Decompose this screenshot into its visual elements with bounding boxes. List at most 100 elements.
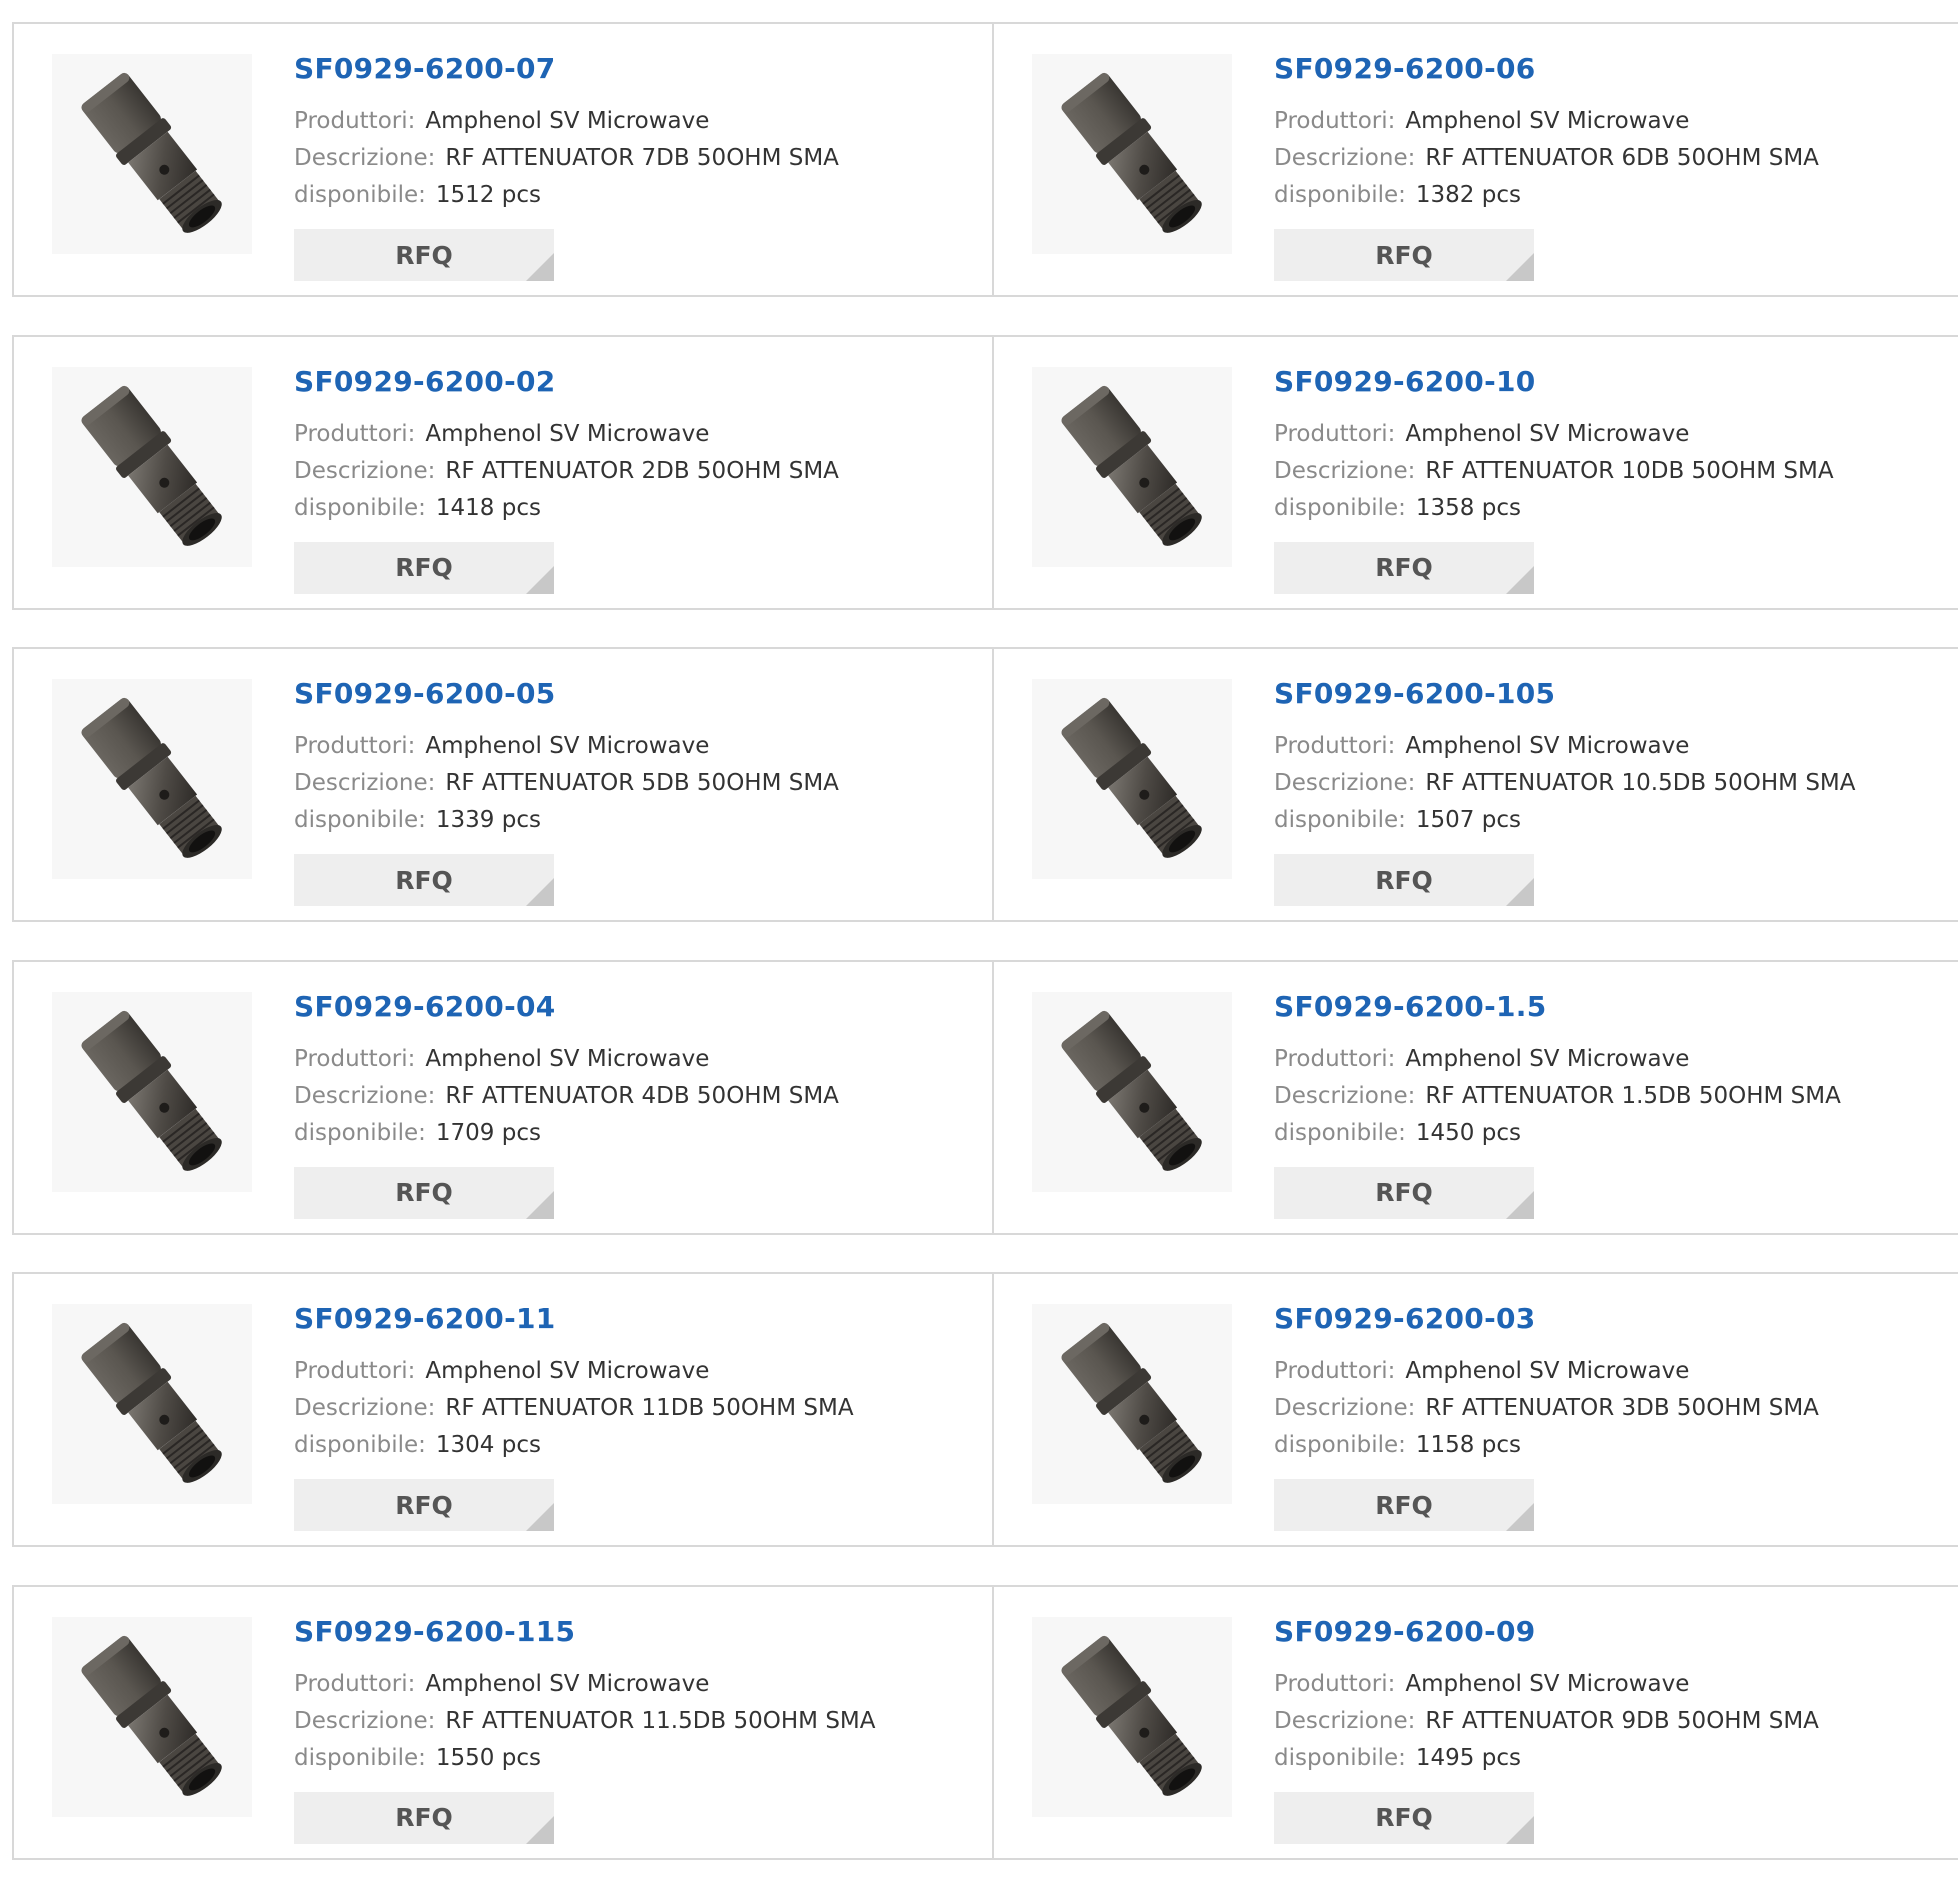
part-number-link[interactable]: SF0929-6200-115 [294,1615,876,1648]
sma-attenuator-image[interactable] [52,366,252,567]
rfq-label: RFQ [1375,1803,1433,1832]
corner-triangle-icon [526,253,554,281]
product-row: SF0929-6200-11 Produttori: Amphenol SV Mi… [12,1272,1958,1547]
part-number-link[interactable]: SF0929-6200-04 [294,990,839,1023]
description-label: Descrizione: [294,457,436,484]
rfq-button[interactable]: RFQ [1274,229,1534,281]
rfq-button[interactable]: RFQ [1274,541,1534,594]
sma-attenuator-image[interactable] [1032,54,1232,254]
product-card: SF0929-6200-02 Produttori: Amphenol SV Mi… [14,337,992,608]
description-label: Descrizione: [294,1707,436,1734]
rfq-label: RFQ [395,1178,453,1207]
description-label: Descrizione: [294,1395,436,1421]
available-label: disponibile: [1274,182,1406,208]
corner-triangle-icon [1506,878,1534,906]
available-value: 1550 pcs [435,1744,541,1771]
description-value: RF ATTENUATOR 7DB 50OHM SMA [445,145,839,171]
corner-triangle-icon [526,1815,554,1844]
manufacturer-label: Produttori: [294,1670,416,1697]
sma-attenuator-image[interactable] [52,1616,252,1817]
product-card: SF0929-6200-10 Produttori: Amphenol SV Mi… [992,336,1958,608]
rfq-button[interactable]: RFQ [294,229,554,281]
manufacturer-label: Produttori: [1274,1045,1396,1072]
rfq-button[interactable]: RFQ [1274,854,1534,906]
part-number-link[interactable]: SF0929-6200-03 [1274,1302,1819,1335]
corner-triangle-icon [1506,1190,1534,1219]
product-card: SF0929-6200-1.5 Produttori: Amphenol SV M… [992,961,1958,1233]
manufacturer-label: Produttori: [1274,1358,1396,1384]
available-value: 1358 pcs [1415,494,1521,521]
rfq-label: RFQ [1375,865,1433,895]
sma-attenuator-image[interactable] [52,54,252,254]
sma-attenuator-image[interactable] [52,679,252,879]
description-label: Descrizione: [294,770,436,796]
available-label: disponibile: [294,807,426,833]
rfq-label: RFQ [395,865,453,895]
sma-attenuator-image[interactable] [1032,1304,1232,1504]
description-label: Descrizione: [1274,770,1416,796]
manufacturer-value: Amphenol SV Microwave [1405,1358,1690,1384]
part-number-link[interactable]: SF0929-6200-02 [294,365,839,398]
available-value: 1418 pcs [435,494,541,521]
part-number-link[interactable]: SF0929-6200-11 [294,1302,854,1335]
rfq-label: RFQ [395,240,453,270]
manufacturer-value: Amphenol SV Microwave [425,108,710,134]
product-grid: SF0929-6200-07 Produttori: Amphenol SV Mi… [12,22,1958,1897]
rfq-button[interactable]: RFQ [294,1166,554,1219]
description-value: RF ATTENUATOR 11.5DB 50OHM SMA [445,1707,876,1734]
available-label: disponibile: [294,1432,426,1458]
manufacturer-value: Amphenol SV Microwave [425,420,710,447]
product-card: SF0929-6200-06 Produttori: Amphenol SV Mi… [992,24,1958,295]
manufacturer-value: Amphenol SV Microwave [1405,1045,1690,1072]
part-number-link[interactable]: SF0929-6200-1.5 [1274,990,1841,1023]
available-label: disponibile: [1274,1119,1406,1146]
manufacturer-label: Produttori: [294,420,416,447]
part-number-link[interactable]: SF0929-6200-10 [1274,365,1834,398]
rfq-button[interactable]: RFQ [294,541,554,594]
sma-attenuator-image[interactable] [1032,991,1232,1192]
available-value: 1507 pcs [1415,807,1521,833]
available-value: 1382 pcs [1415,182,1521,208]
rfq-button[interactable]: RFQ [1274,1479,1534,1531]
available-value: 1512 pcs [435,182,541,208]
sma-attenuator-image[interactable] [52,1304,252,1504]
rfq-button[interactable]: RFQ [294,1791,554,1844]
manufacturer-label: Produttori: [294,733,416,759]
description-value: RF ATTENUATOR 10DB 50OHM SMA [1425,457,1834,484]
available-value: 1339 pcs [435,807,541,833]
rfq-button[interactable]: RFQ [1274,1791,1534,1844]
manufacturer-label: Produttori: [1274,733,1396,759]
description-value: RF ATTENUATOR 3DB 50OHM SMA [1425,1395,1819,1421]
description-value: RF ATTENUATOR 2DB 50OHM SMA [445,457,839,484]
description-label: Descrizione: [1274,145,1416,171]
available-value: 1495 pcs [1415,1744,1521,1771]
description-label: Descrizione: [1274,1707,1416,1734]
manufacturer-label: Produttori: [1274,1670,1396,1697]
sma-attenuator-image[interactable] [1032,679,1232,879]
available-value: 1304 pcs [435,1432,541,1458]
manufacturer-value: Amphenol SV Microwave [425,1045,710,1072]
part-number-link[interactable]: SF0929-6200-05 [294,677,839,710]
sma-attenuator-image[interactable] [52,991,252,1192]
rfq-button[interactable]: RFQ [1274,1166,1534,1219]
part-number-link[interactable]: SF0929-6200-105 [1274,677,1856,710]
sma-attenuator-image[interactable] [1032,366,1232,567]
manufacturer-value: Amphenol SV Microwave [425,733,710,759]
corner-triangle-icon [526,878,554,906]
sma-attenuator-image[interactable] [1032,1616,1232,1817]
rfq-label: RFQ [1375,1178,1433,1207]
available-label: disponibile: [294,494,426,521]
rfq-label: RFQ [395,1803,453,1832]
rfq-label: RFQ [395,553,453,582]
part-number-link[interactable]: SF0929-6200-09 [1274,1615,1819,1648]
rfq-button[interactable]: RFQ [294,1479,554,1531]
corner-triangle-icon [526,1503,554,1531]
product-row: SF0929-6200-02 Produttori: Amphenol SV Mi… [12,334,1958,610]
available-value: 1709 pcs [435,1119,541,1146]
part-number-link[interactable]: SF0929-6200-06 [1274,52,1819,85]
part-number-link[interactable]: SF0929-6200-07 [294,52,839,85]
available-label: disponibile: [294,1119,426,1146]
description-value: RF ATTENUATOR 5DB 50OHM SMA [445,770,839,796]
manufacturer-value: Amphenol SV Microwave [425,1670,710,1697]
rfq-button[interactable]: RFQ [294,854,554,906]
